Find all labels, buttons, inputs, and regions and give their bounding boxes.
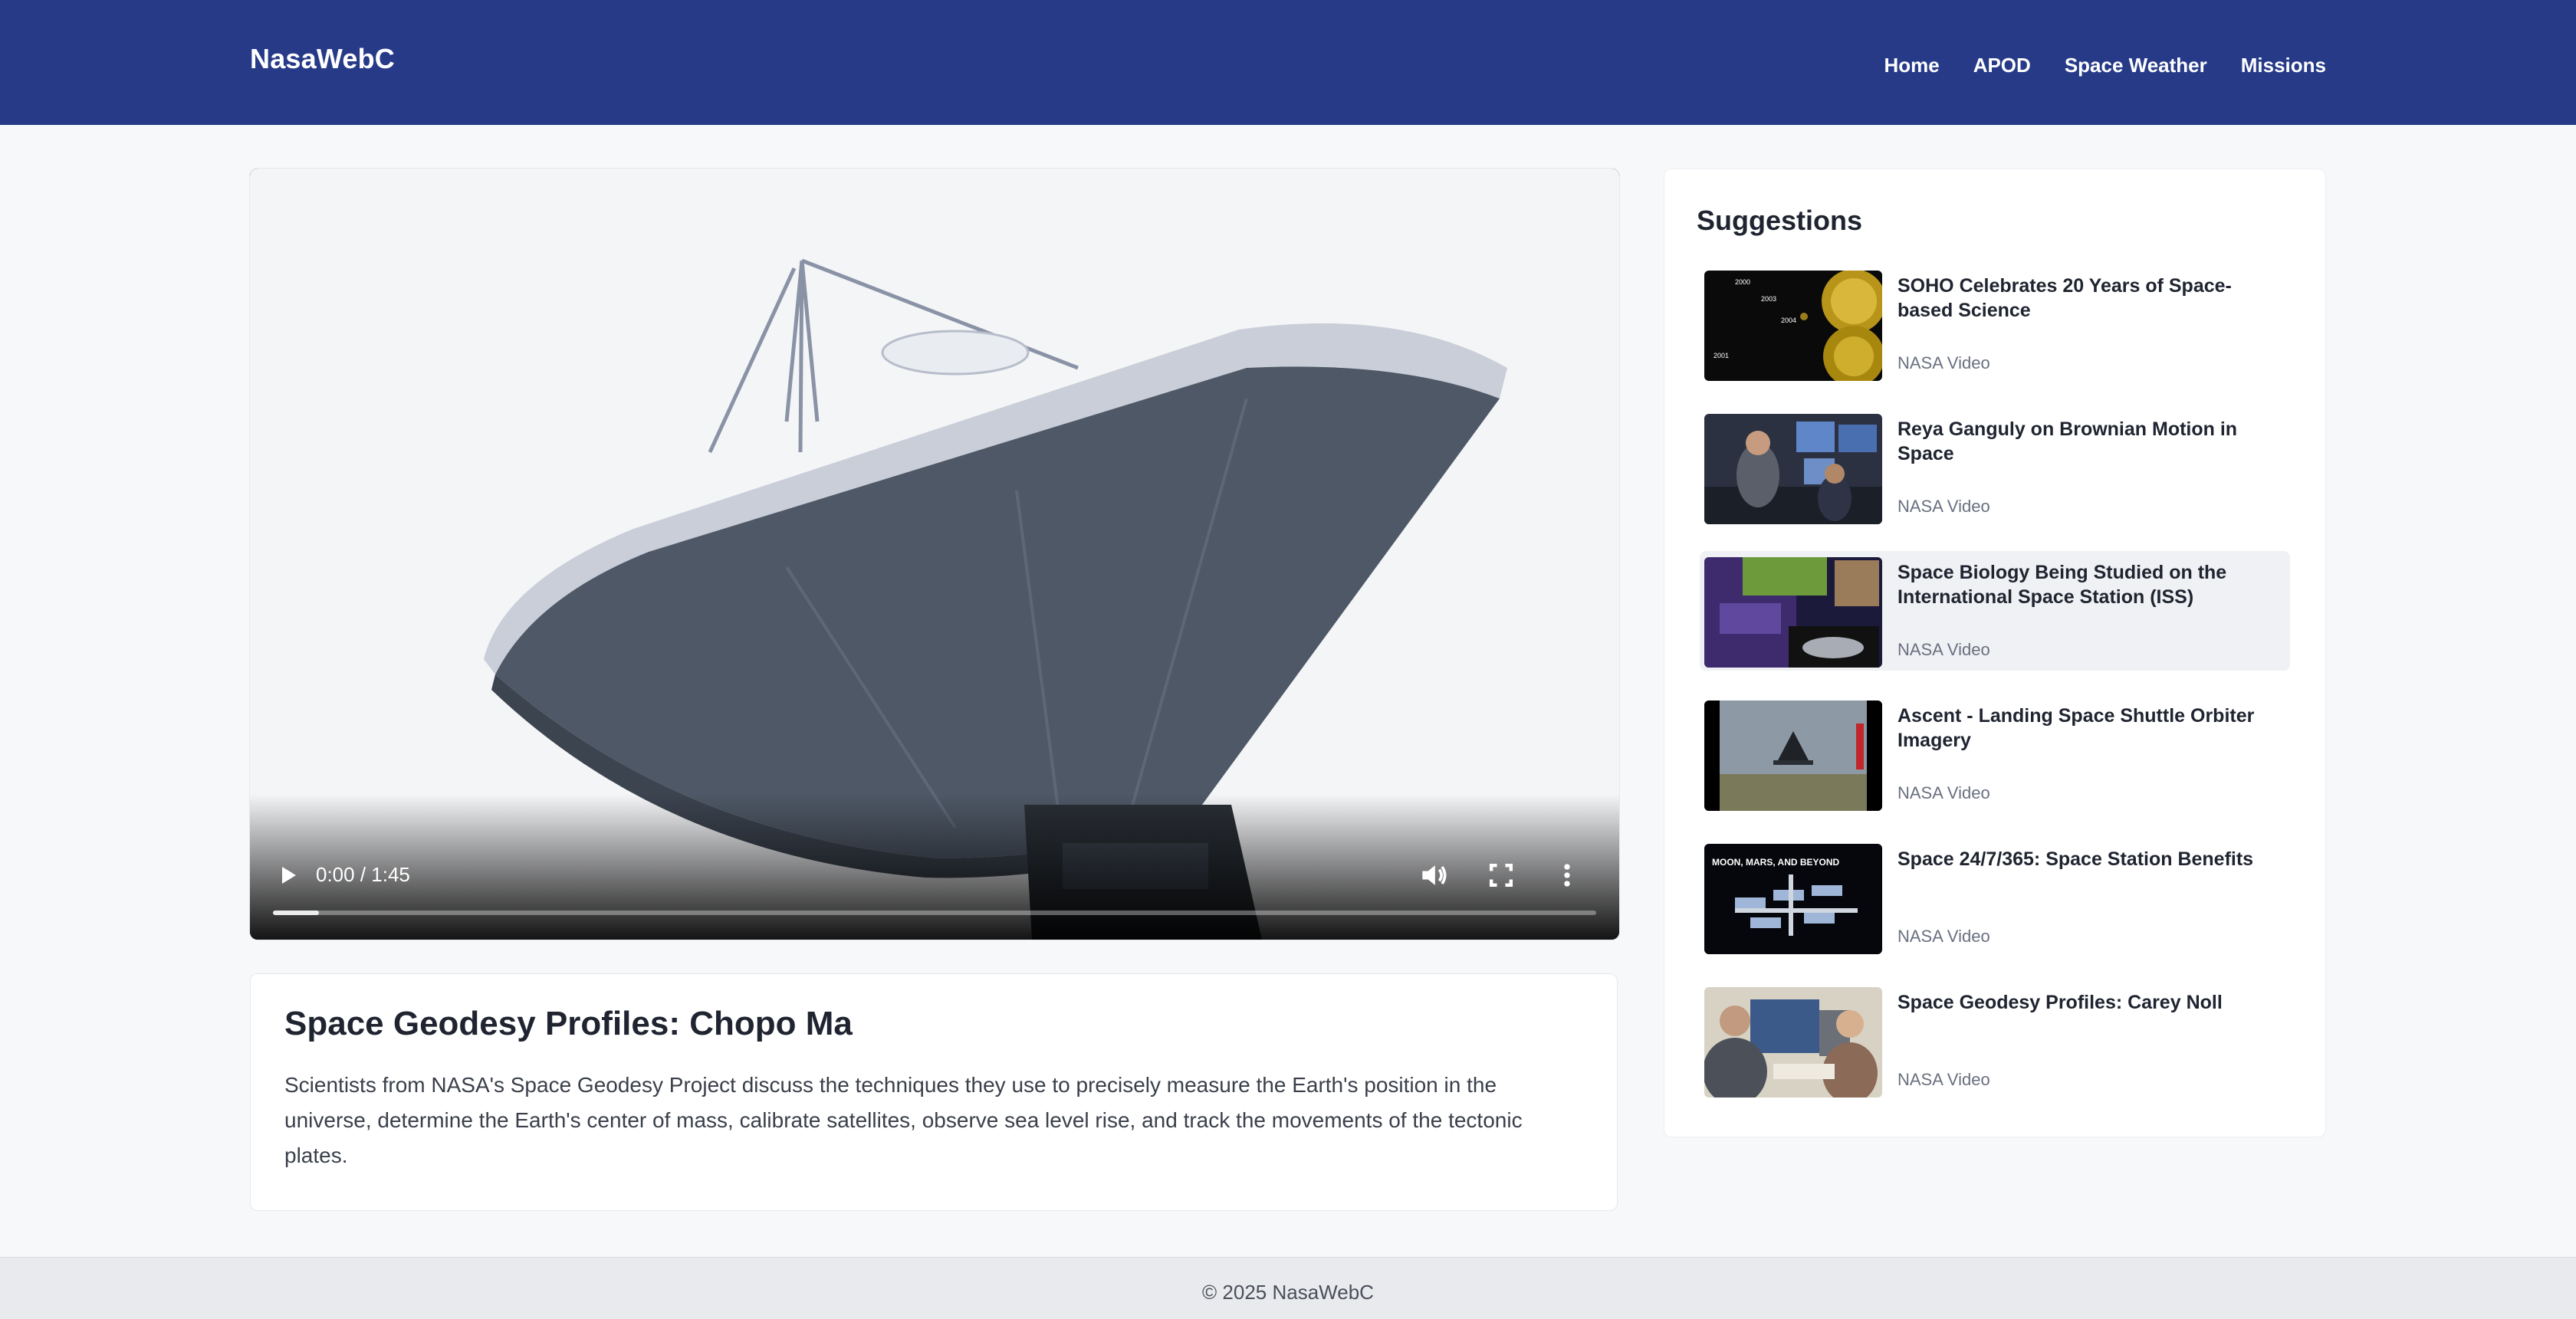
suggestion-title: Space Biology Being Studied on the Inter… bbox=[1898, 562, 2227, 608]
nav-home[interactable]: Home bbox=[1884, 54, 1939, 77]
fullscreen-icon[interactable] bbox=[1484, 858, 1518, 892]
suggestion-title: SOHO Celebrates 20 Years of Space-based … bbox=[1898, 275, 2232, 321]
video-time: 0:00 / 1:45 bbox=[316, 863, 410, 886]
suggestion-item[interactable]: Space Geodesy Profiles: Carey Noll NASA … bbox=[1700, 981, 2290, 1101]
station-caption: MOON, MARS, AND BEYOND bbox=[1712, 857, 1840, 868]
volume-icon[interactable] bbox=[1417, 858, 1451, 892]
video-controls: 0:00 / 1:45 bbox=[250, 840, 1619, 940]
suggestion-source: NASA Video bbox=[1898, 353, 1990, 372]
soho-year-label: 2003 bbox=[1761, 295, 1776, 303]
suggestion-thumbnail bbox=[1704, 414, 1882, 524]
suggestion-source: NASA Video bbox=[1898, 927, 1990, 946]
video-info-card: Space Geodesy Profiles: Chopo Ma Scienti… bbox=[250, 973, 1618, 1211]
video-title: Space Geodesy Profiles: Chopo Ma bbox=[284, 1005, 853, 1042]
soho-year-label: 2000 bbox=[1735, 278, 1750, 286]
suggestion-item[interactable]: MOON, MARS, AND BEYOND Space 24/7/365: S… bbox=[1700, 838, 2290, 957]
suggestion-item[interactable]: Reya Ganguly on Brownian Motion in Space… bbox=[1700, 408, 2290, 527]
suggestion-item[interactable]: 2000 2001 2004 2003 SOHO Celebrates 20 Y… bbox=[1700, 264, 2290, 384]
suggestion-source: NASA Video bbox=[1898, 640, 1990, 659]
nav-missions[interactable]: Missions bbox=[2241, 54, 2326, 77]
suggestion-title: Ascent - Landing Space Shuttle Orbiter I… bbox=[1898, 705, 2255, 751]
suggestion-item[interactable]: Space Biology Being Studied on the Inter… bbox=[1700, 551, 2290, 671]
suggestions-heading: Suggestions bbox=[1697, 205, 1863, 236]
more-options-icon[interactable] bbox=[1550, 858, 1584, 892]
soho-year-label: 2001 bbox=[1714, 352, 1729, 359]
seek-bar[interactable] bbox=[273, 911, 1596, 915]
suggestion-thumbnail: MOON, MARS, AND BEYOND bbox=[1704, 844, 1882, 954]
suggestion-item[interactable]: Ascent - Landing Space Shuttle Orbiter I… bbox=[1700, 694, 2290, 814]
video-player[interactable]: 0:00 / 1:45 bbox=[250, 169, 1619, 940]
brand-logo[interactable]: NasaWebC bbox=[250, 43, 395, 75]
suggestion-title: Space 24/7/365: Space Station Benefits bbox=[1898, 848, 2254, 870]
suggestion-source: NASA Video bbox=[1898, 1070, 1990, 1089]
suggestion-thumbnail bbox=[1704, 701, 1882, 811]
suggestion-thumbnail: 2000 2001 2004 2003 bbox=[1704, 271, 1882, 381]
suggestion-thumbnail bbox=[1704, 557, 1882, 668]
suggestions-panel: Suggestions 2000 2001 2004 2003 SOHO Cel… bbox=[1664, 169, 2326, 1137]
suggestion-title: Space Geodesy Profiles: Carey Noll bbox=[1898, 992, 2223, 1013]
footer-copyright: © 2025 NasaWebC bbox=[1202, 1281, 1374, 1304]
suggestion-source: NASA Video bbox=[1898, 497, 1990, 516]
soho-year-label: 2004 bbox=[1781, 317, 1796, 324]
suggestion-source: NASA Video bbox=[1898, 783, 1990, 802]
play-icon[interactable] bbox=[271, 858, 305, 892]
nav-space-weather[interactable]: Space Weather bbox=[2065, 54, 2207, 77]
site-header: NasaWebC Home APOD Space Weather Mission… bbox=[0, 0, 2576, 125]
main-nav: Home APOD Space Weather Missions bbox=[1884, 54, 2326, 77]
suggestion-title: Reya Ganguly on Brownian Motion in Space bbox=[1898, 418, 2238, 464]
nav-apod[interactable]: APOD bbox=[1973, 54, 2031, 77]
seek-bar-progress bbox=[273, 911, 320, 915]
suggestion-thumbnail bbox=[1704, 987, 1882, 1098]
site-footer: © 2025 NasaWebC bbox=[0, 1257, 2576, 1319]
video-description: Scientists from NASA's Space Geodesy Pro… bbox=[284, 1073, 1523, 1167]
